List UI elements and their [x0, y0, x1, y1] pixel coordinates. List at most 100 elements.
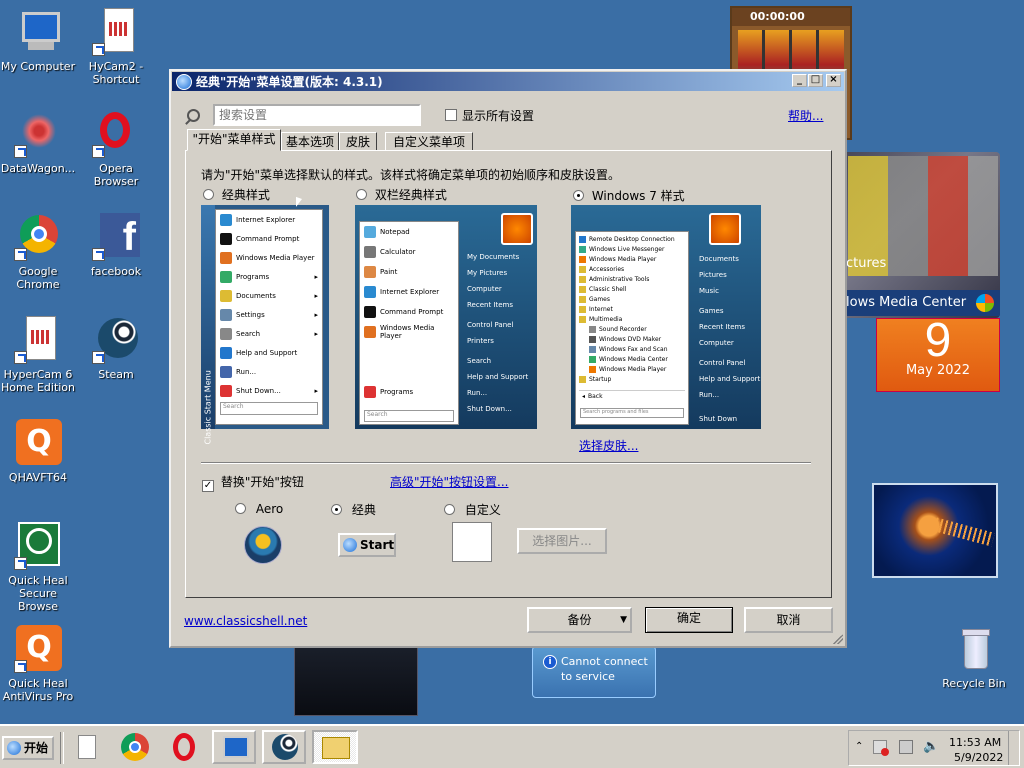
- taskbar-classic-shell-settings[interactable]: [312, 730, 358, 764]
- media-gadget[interactable]: [294, 646, 418, 716]
- choose-image-button[interactable]: 选择图片...: [517, 528, 607, 554]
- desktop-icon-steam[interactable]: Steam: [76, 316, 156, 381]
- settings-window-icon: [322, 737, 350, 759]
- cancel-button[interactable]: 取消: [744, 607, 833, 633]
- select-skin-link[interactable]: 选择皮肤...: [579, 437, 638, 454]
- tab-custom-menu[interactable]: 自定义菜单项: [385, 132, 473, 151]
- shortcut-arrow-icon: [14, 351, 27, 364]
- maximize-button[interactable]: □: [808, 74, 823, 87]
- desktop-icon-label: My Computer: [0, 60, 76, 73]
- slideshow-gadget[interactable]: ctures lows Media Center: [838, 152, 1000, 318]
- taskbar-steam[interactable]: [262, 730, 306, 764]
- desktop-icon-label: Quick Heal Secure Browse: [8, 574, 68, 613]
- desktop-icon-my-computer[interactable]: My Computer: [0, 8, 78, 73]
- style-label: 双栏经典样式: [374, 188, 447, 202]
- desktop-icon-quickheal-antivirus[interactable]: Q Quick Heal AntiVirus Pro: [0, 625, 78, 703]
- classic-start-settings-window[interactable]: 经典"开始"菜单设置(版本: 4.3.1) _ □ × 显示所有设置 帮助...…: [169, 69, 847, 648]
- weather-message-2: to service: [561, 670, 615, 683]
- preview-windows7-menu[interactable]: Remote Desktop Connection Windows Live M…: [571, 205, 761, 429]
- taskbar-opera[interactable]: [164, 730, 206, 764]
- desktop-icon-datawagon[interactable]: DataWagon...: [0, 110, 78, 175]
- radio-windows7[interactable]: [573, 190, 584, 201]
- action-center-icon[interactable]: [899, 740, 913, 754]
- minimize-button[interactable]: _: [792, 74, 807, 87]
- desktop-icon-quickheal-browse[interactable]: Quick Heal Secure Browse: [0, 522, 78, 613]
- start-label: Start: [360, 538, 395, 552]
- hycam-icon: [78, 735, 96, 759]
- style-option-classic[interactable]: 经典样式: [203, 186, 270, 203]
- wmc-banner[interactable]: lows Media Center: [838, 290, 1000, 316]
- clock-date[interactable]: 5/9/2022: [954, 751, 1003, 764]
- window-titlebar[interactable]: 经典"开始"菜单设置(版本: 4.3.1): [172, 72, 844, 91]
- desktop-icon-qhavft64[interactable]: Q QHAVFT64: [0, 419, 78, 484]
- twocol-search-box: Search: [364, 410, 454, 422]
- radio-aero[interactable]: [235, 503, 246, 514]
- shortcut-arrow-icon: [14, 248, 27, 261]
- twocol-left-pane: Notepad Calculator Paint Internet Explor…: [359, 221, 459, 425]
- desktop-icon-chrome[interactable]: Google Chrome: [0, 213, 78, 291]
- shortcut-arrow-icon: [92, 145, 105, 158]
- desktop-icon-label: HyCam2 - Shortcut: [88, 60, 144, 86]
- jellyfish-slideshow[interactable]: [872, 483, 998, 578]
- show-all-label: 显示所有设置: [462, 109, 535, 123]
- show-hidden-icons-icon[interactable]: ⌃: [855, 741, 863, 752]
- start-button[interactable]: 开始: [2, 736, 54, 760]
- clock-time[interactable]: 11:53 AM: [949, 736, 1001, 749]
- desktop-icon-facebook[interactable]: f facebook: [76, 213, 156, 278]
- tab-skin[interactable]: 皮肤: [339, 132, 377, 151]
- tab-basic-options[interactable]: 基本选项: [281, 132, 339, 151]
- classic-start-button-preview: Start: [338, 533, 396, 557]
- desktop-icon-label: HyperCam 6 Home Edition: [0, 368, 76, 394]
- desktop-icon-label: Opera Browser: [93, 162, 139, 188]
- network-error-icon[interactable]: [873, 740, 889, 756]
- button-option-classic[interactable]: 经典: [331, 501, 376, 518]
- show-all-checkbox[interactable]: [445, 109, 457, 121]
- show-desktop-button[interactable]: [1008, 731, 1019, 765]
- radio-classic[interactable]: [203, 189, 214, 200]
- datawagon-icon: [14, 110, 62, 158]
- preview-two-column-menu[interactable]: Notepad Calculator Paint Internet Explor…: [355, 205, 537, 429]
- taskbar-chrome[interactable]: [114, 730, 156, 764]
- website-link[interactable]: www.classicshell.net: [184, 614, 307, 628]
- preview-classic-menu[interactable]: Classic Start Menu Internet Explorer Com…: [201, 205, 329, 445]
- advanced-start-button-link[interactable]: 高级"开始"按钮设置...: [390, 473, 508, 490]
- info-icon: i: [543, 655, 557, 669]
- chrome-icon: [14, 213, 62, 261]
- desktop-icon-recycle-bin[interactable]: Recycle Bin: [934, 625, 1014, 690]
- choose-image-label: 选择图片...: [532, 534, 592, 548]
- button-option-custom[interactable]: 自定义: [444, 501, 501, 518]
- backup-button[interactable]: 备份 ▼: [527, 607, 632, 633]
- style-option-windows7[interactable]: Windows 7 样式: [573, 187, 685, 204]
- taskbar-computer-window[interactable]: [212, 730, 256, 764]
- weather-gadget[interactable]: i Cannot connect to service: [532, 646, 656, 698]
- taskbar-hycam[interactable]: [66, 730, 106, 764]
- tab-label: 皮肤: [345, 135, 370, 149]
- w7-user-picture: [709, 213, 741, 245]
- replace-start-checkbox[interactable]: ✓: [202, 480, 214, 492]
- radio-two-column[interactable]: [356, 189, 367, 200]
- resize-grip-icon[interactable]: [833, 634, 843, 644]
- radio-custom-button[interactable]: [444, 504, 455, 515]
- tab-start-menu-style[interactable]: "开始"菜单样式: [187, 129, 281, 151]
- menu-item: Internet Explorer: [216, 210, 322, 229]
- search-input[interactable]: [213, 104, 421, 126]
- desktop-icon-hypercam6[interactable]: HyperCam 6 Home Edition: [0, 316, 78, 394]
- radio-classic-button[interactable]: [331, 504, 342, 515]
- close-button[interactable]: ×: [826, 74, 841, 87]
- button-option-aero[interactable]: Aero: [235, 502, 283, 516]
- aero-orb-preview: [244, 526, 282, 564]
- desktop-icon-hycam2[interactable]: HyCam2 - Shortcut: [76, 8, 156, 86]
- twocol-right-pane: My Documents My Pictures Computer Recent…: [467, 253, 529, 413]
- classic-shell-icon: [343, 538, 357, 552]
- button-option-label: 自定义: [464, 503, 501, 517]
- style-option-two-column[interactable]: 双栏经典样式: [356, 186, 447, 203]
- style-label: 经典样式: [221, 188, 270, 202]
- help-link[interactable]: 帮助...: [788, 107, 823, 124]
- replace-start-option[interactable]: ✓ 替换"开始"按钮: [202, 473, 304, 492]
- calendar-gadget[interactable]: 9 May 2022: [876, 317, 1000, 392]
- volume-icon[interactable]: 🔈: [923, 739, 939, 754]
- backup-label: 备份: [567, 613, 592, 627]
- desktop-icon-opera[interactable]: Opera Browser: [76, 110, 156, 188]
- windows-logo-icon: [976, 294, 994, 312]
- ok-button[interactable]: 确定: [645, 607, 733, 633]
